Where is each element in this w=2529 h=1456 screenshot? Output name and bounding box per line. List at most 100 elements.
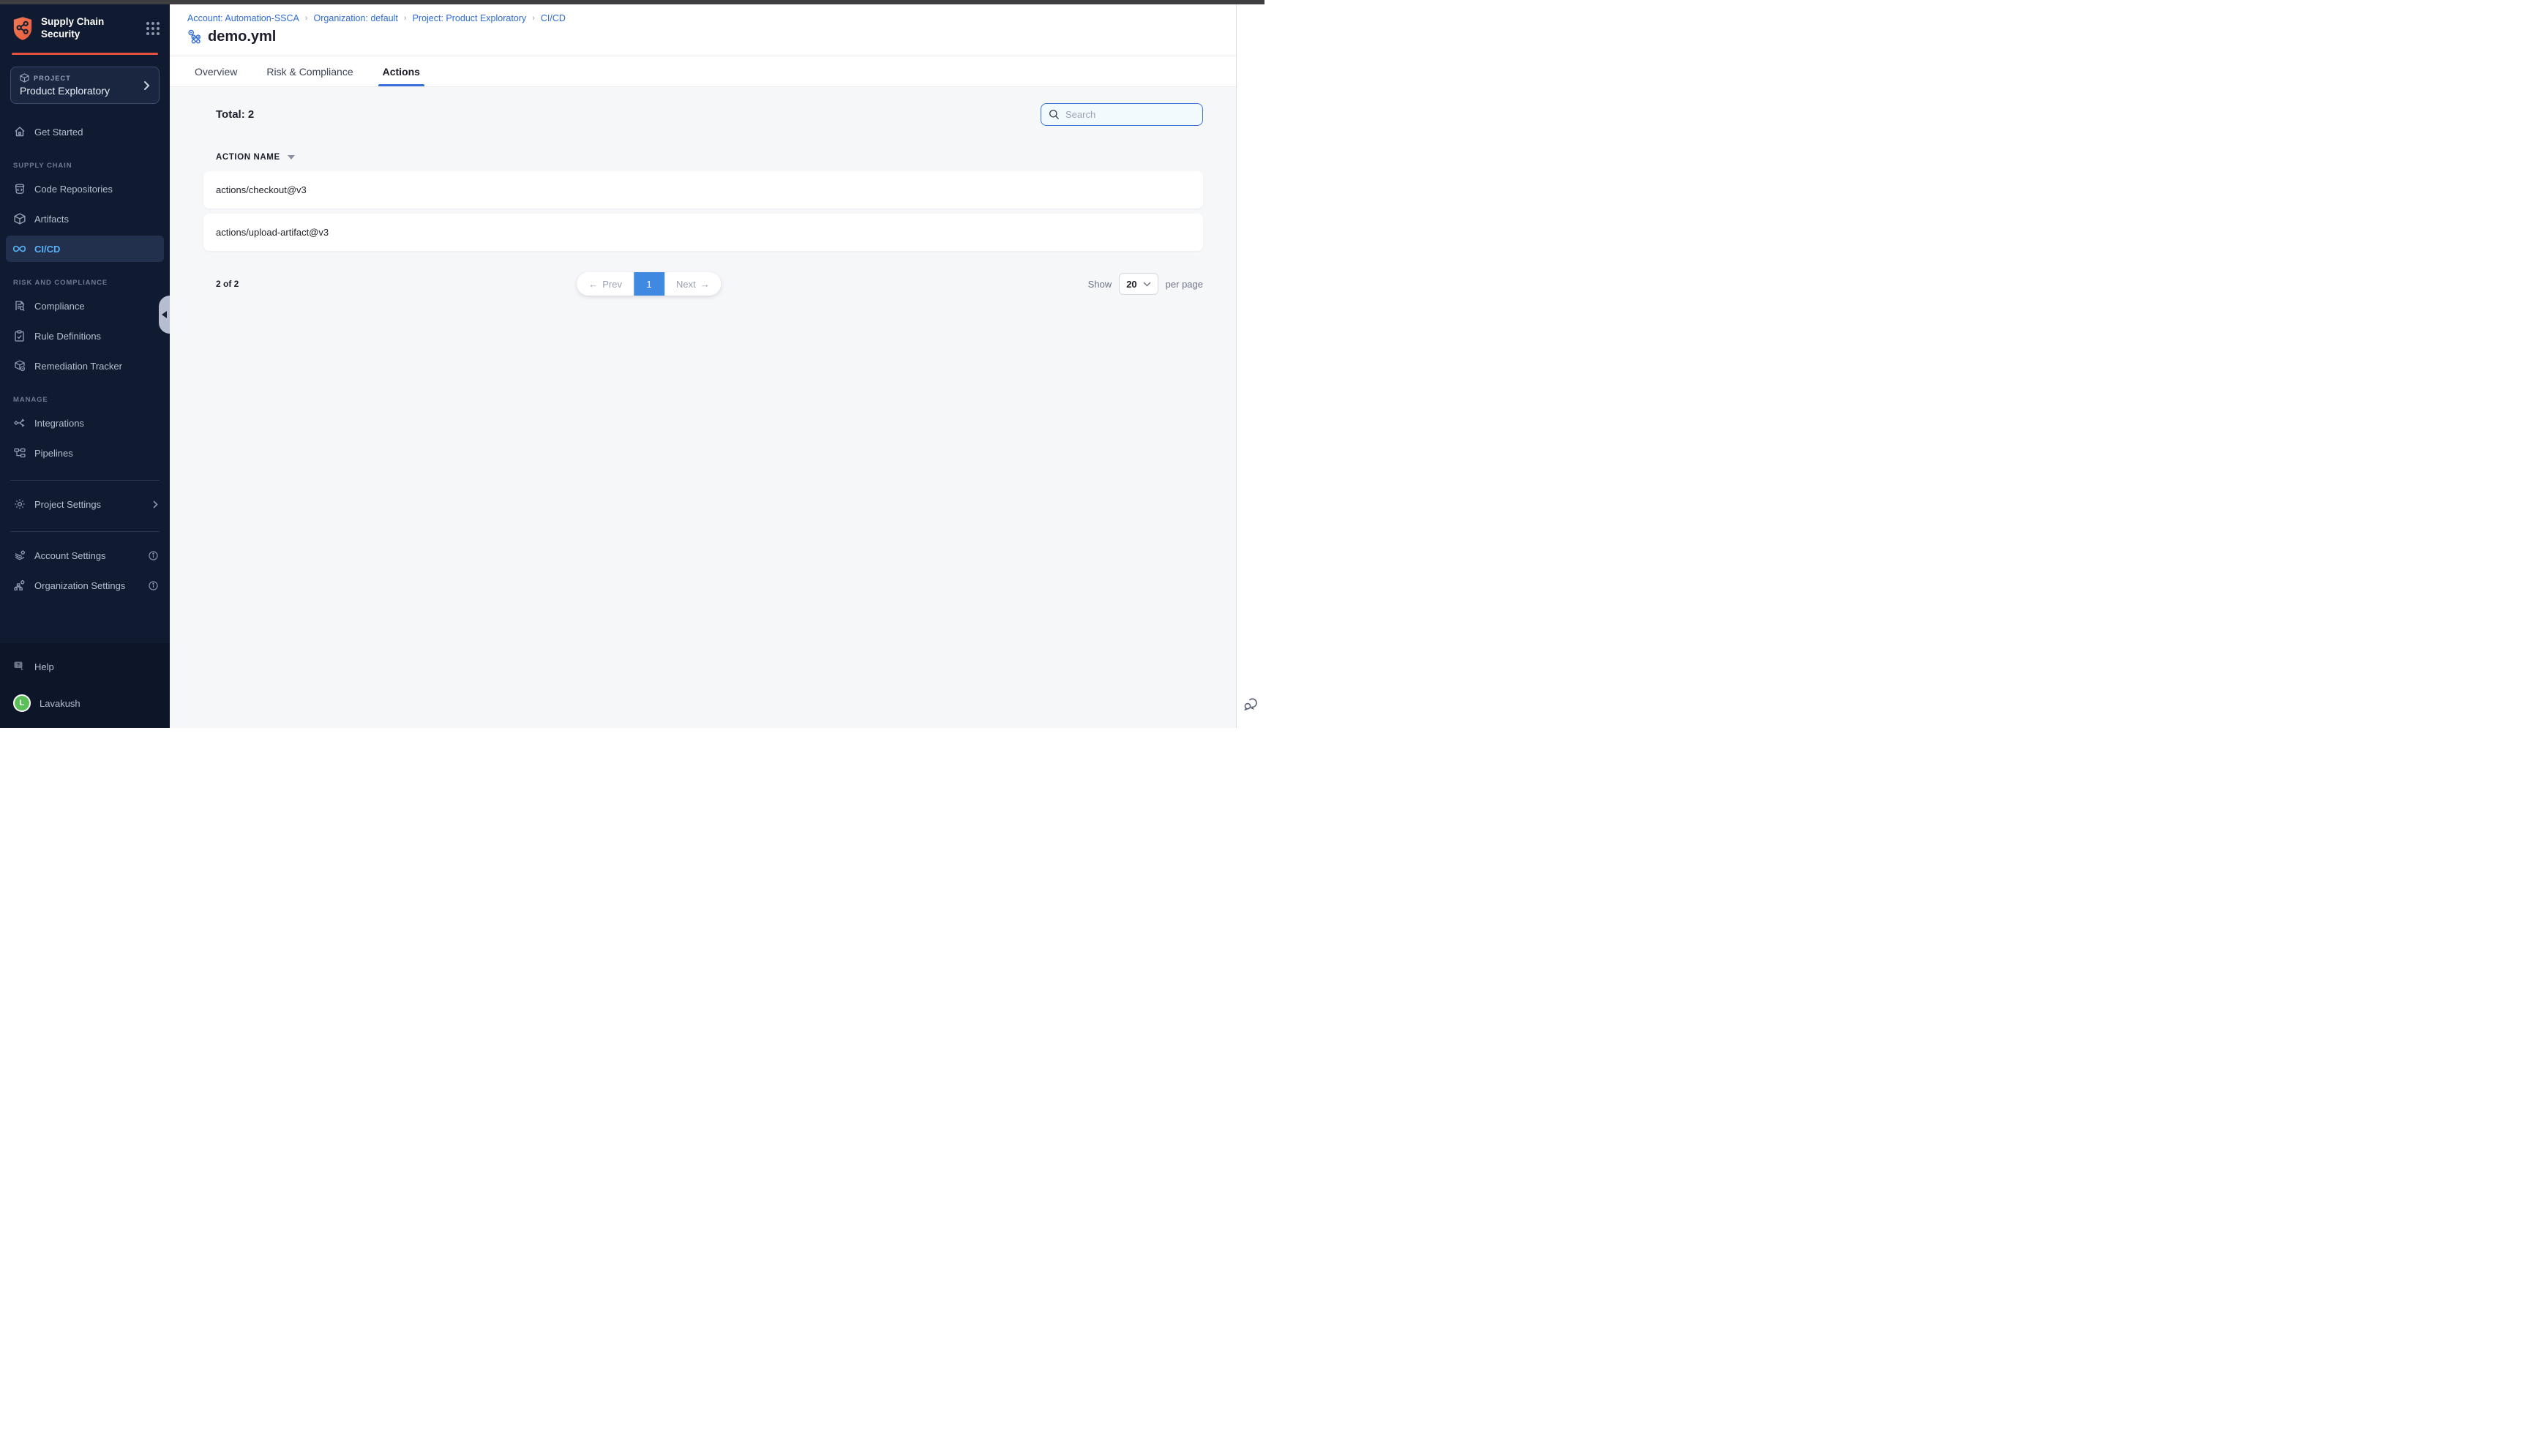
sidebar-item-account-settings[interactable]: Account Settings (0, 542, 170, 568)
sidebar-item-artifacts[interactable]: Artifacts (0, 206, 170, 232)
page-size-select[interactable]: 20 (1119, 273, 1158, 295)
table-row[interactable]: actions/upload-artifact@v3 (203, 214, 1203, 251)
help-chat-icon: ? (13, 661, 26, 672)
sidebar-item-label: Integrations (34, 418, 84, 429)
breadcrumb-organization-link[interactable]: Organization: default (314, 13, 398, 23)
infinity-icon (13, 244, 26, 253)
chevron-down-icon (1143, 282, 1151, 287)
sidebar-item-label: Organization Settings (34, 580, 125, 591)
tab-overview[interactable]: Overview (195, 56, 237, 86)
sidebar-item-label: Pipelines (34, 448, 73, 459)
code-repo-icon (13, 183, 26, 195)
sidebar-item-help[interactable]: ? Help (0, 653, 170, 680)
sidebar-item-code-repositories[interactable]: Code Repositories (0, 176, 170, 202)
integrations-icon (13, 417, 26, 429)
breadcrumb-separator-icon: › (404, 14, 407, 23)
arrow-right-icon: → (700, 279, 710, 290)
table-row[interactable]: actions/checkout@v3 (203, 171, 1203, 209)
app-logo: Supply Chain Security (0, 4, 170, 50)
clipboard-check-icon (13, 330, 26, 342)
pipelines-icon (13, 448, 26, 458)
tab-risk-and-compliance[interactable]: Risk & Compliance (266, 56, 353, 86)
cube-icon (20, 73, 29, 83)
next-page-button[interactable]: Next → (664, 272, 722, 296)
sidebar-item-compliance[interactable]: Compliance (0, 293, 170, 319)
pagination-bar: 2 of 2 ← Prev 1 Next → Show 20 (203, 272, 1203, 296)
section-manage: MANAGE (13, 396, 170, 404)
sidebar-item-label: Account Settings (34, 550, 106, 561)
sidebar-item-label: CI/CD (34, 244, 60, 255)
pagination-range: 2 of 2 (203, 279, 239, 289)
project-selector[interactable]: PROJECT Product Exploratory (10, 67, 160, 104)
sidebar-divider (10, 480, 160, 481)
breadcrumb-account-link[interactable]: Account: Automation-SSCA (187, 13, 299, 23)
tab-bar: Overview Risk & Compliance Actions (170, 56, 1236, 87)
breadcrumb-separator-icon: › (532, 14, 535, 23)
sidebar-item-label: Project Settings (34, 499, 101, 510)
breadcrumb-project-link[interactable]: Project: Product Exploratory (413, 13, 527, 23)
sidebar-item-cicd[interactable]: CI/CD (6, 236, 164, 262)
sidebar-item-remediation-tracker[interactable]: Remediation Tracker (0, 353, 170, 379)
info-icon[interactable] (149, 581, 158, 590)
collapse-arrow-icon (162, 311, 167, 318)
sidebar-item-label: Rule Definitions (34, 331, 101, 342)
shield-logo-icon (12, 16, 34, 41)
info-icon[interactable] (149, 551, 158, 560)
sidebar-item-rule-definitions[interactable]: Rule Definitions (0, 323, 170, 349)
chevron-right-icon (143, 80, 150, 91)
pager: ← Prev 1 Next → (577, 272, 721, 296)
document-search-icon (13, 300, 26, 312)
user-menu[interactable]: L Lavakush (0, 690, 170, 716)
breadcrumb: Account: Automation-SSCA › Organization:… (187, 13, 1218, 23)
project-label: PROJECT (34, 75, 71, 82)
page-title: demo.yml (208, 29, 276, 45)
action-name-cell: actions/upload-artifact@v3 (216, 227, 329, 238)
show-label: Show (1088, 279, 1112, 290)
tab-actions[interactable]: Actions (383, 56, 420, 86)
action-name-cell: actions/checkout@v3 (216, 184, 307, 195)
sidebar-item-label: Code Repositories (34, 184, 113, 195)
breadcrumb-cicd-link[interactable]: CI/CD (541, 13, 566, 23)
chat-bubbles-icon[interactable] (1243, 696, 1259, 712)
sidebar-item-pipelines[interactable]: Pipelines (0, 440, 170, 466)
actions-tab-content: Total: 2 ACTION NAME actions/checkout@v3 (170, 87, 1236, 728)
right-utility-strip (1236, 4, 1264, 728)
chevron-right-icon (153, 500, 158, 509)
gear-icon (13, 498, 26, 510)
sidebar-item-integrations[interactable]: Integrations (0, 410, 170, 436)
home-icon (13, 126, 26, 138)
sort-caret-icon[interactable] (288, 155, 295, 160)
sidebar-item-label: Remediation Tracker (34, 361, 122, 372)
sidebar-item-project-settings[interactable]: Project Settings (0, 491, 170, 517)
page-number-button[interactable]: 1 (634, 272, 664, 296)
app-title: Supply Chain Security (41, 16, 139, 41)
app-switcher-icon[interactable] (146, 22, 160, 35)
total-count: Total: 2 (203, 108, 254, 121)
page-size-value: 20 (1126, 279, 1136, 290)
sidebar-item-label: Get Started (34, 127, 83, 138)
sidebar-item-organization-settings[interactable]: Organization Settings (0, 572, 170, 598)
section-risk-and-compliance: RISK AND COMPLIANCE (13, 279, 170, 287)
sidebar-item-label: Help (34, 661, 54, 672)
box-wrench-icon (13, 360, 26, 372)
layers-gear-icon (13, 549, 26, 561)
project-name: Product Exploratory (20, 85, 150, 97)
user-name: Lavakush (40, 698, 80, 709)
sidebar-item-get-started[interactable]: Get Started (0, 119, 170, 145)
sidebar-divider (10, 531, 160, 532)
table-header: ACTION NAME (203, 153, 1203, 162)
brand-divider (12, 53, 158, 55)
main-area: Account: Automation-SSCA › Organization:… (170, 4, 1236, 728)
arrow-left-icon: ← (588, 279, 598, 290)
avatar: L (13, 694, 31, 712)
section-supply-chain: SUPPLY CHAIN (13, 162, 170, 170)
search-box[interactable] (1041, 103, 1203, 126)
artifact-cube-icon (13, 213, 26, 225)
org-gear-icon (13, 579, 26, 591)
svg-text:?: ? (17, 661, 20, 668)
sidebar-bottom-section: ? Help L Lavakush (0, 643, 170, 728)
search-icon (1049, 109, 1060, 120)
prev-page-button[interactable]: ← Prev (577, 272, 634, 296)
sidebar-collapse-handle[interactable] (159, 296, 170, 334)
search-input[interactable] (1065, 109, 1195, 120)
